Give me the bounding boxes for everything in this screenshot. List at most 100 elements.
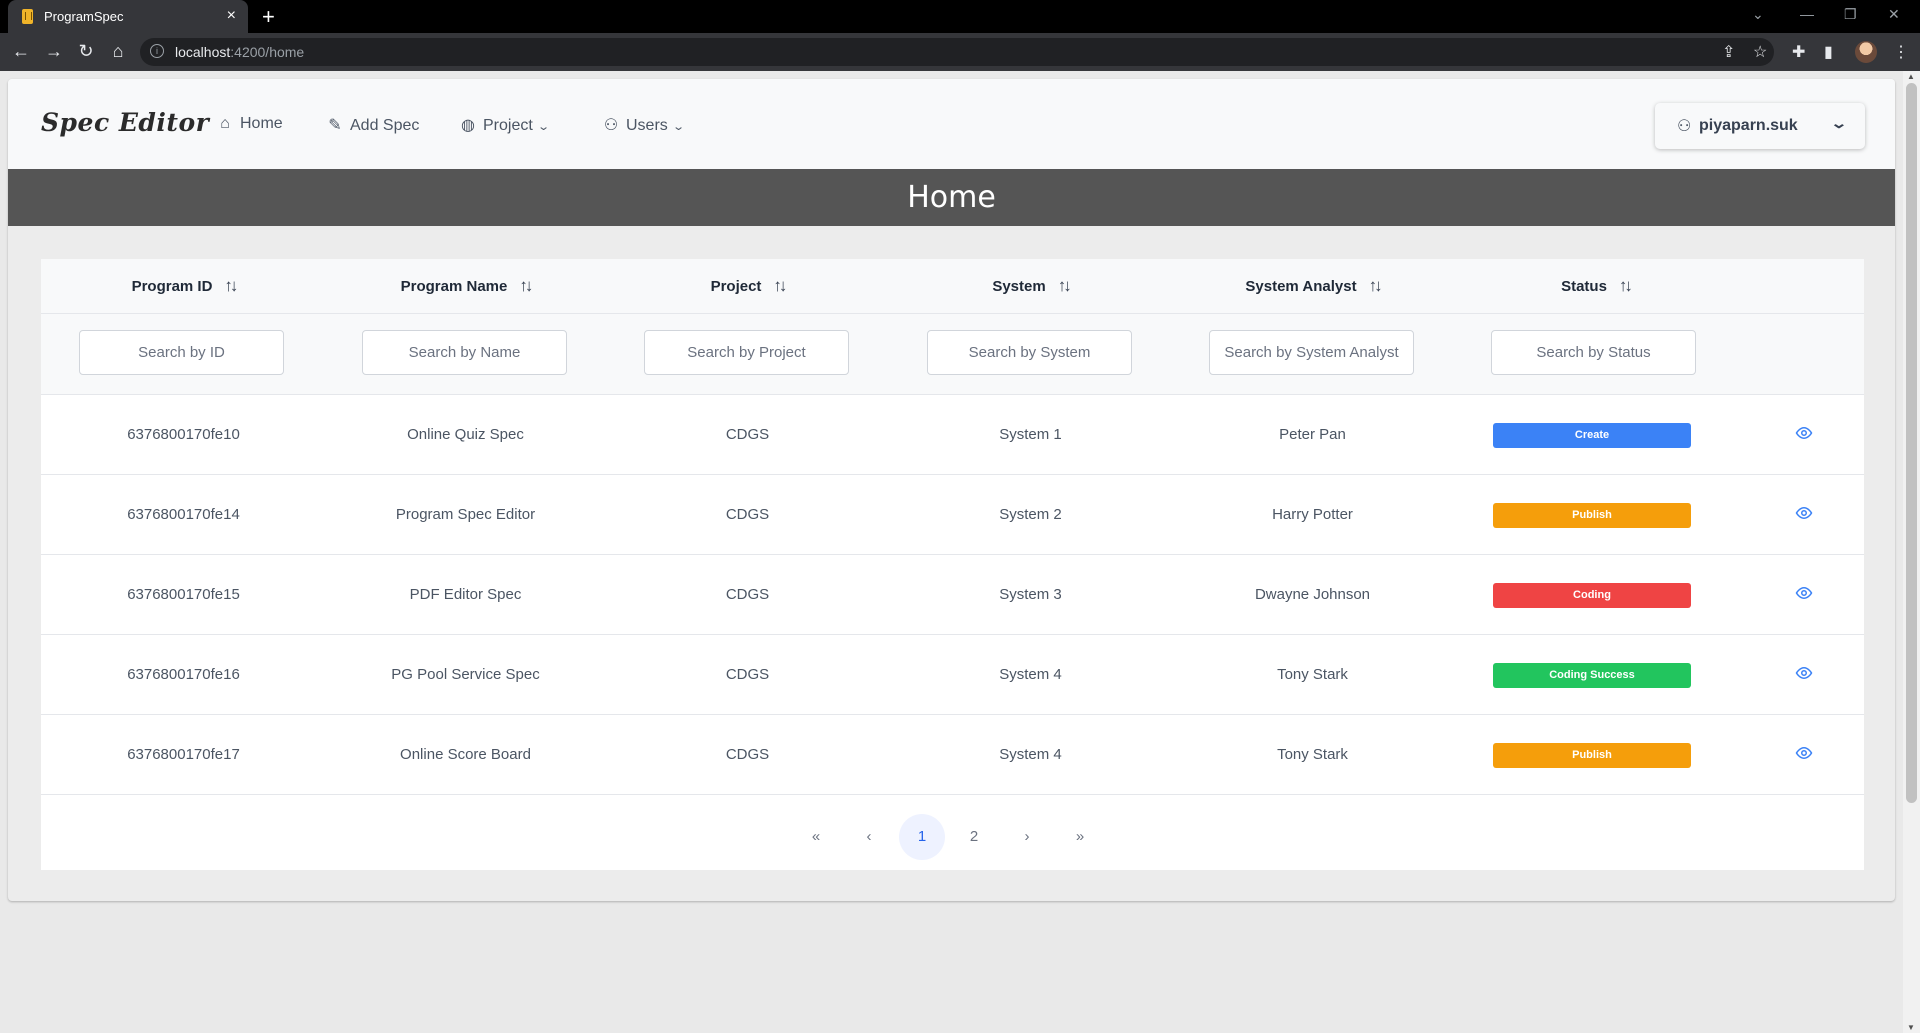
column-header-system[interactable]: System ↑↓: [928, 259, 1133, 313]
nav-users-dropdown[interactable]: ⚇ Users ⌄: [602, 115, 685, 135]
view-eye-icon[interactable]: [1795, 504, 1813, 522]
tab-title: ProgramSpec: [44, 9, 124, 24]
search-system-analyst-input[interactable]: [1209, 330, 1414, 375]
status-badge: Publish: [1493, 503, 1691, 528]
column-label: Status: [1561, 278, 1607, 295]
close-window-button[interactable]: ✕: [1888, 6, 1900, 23]
cell-project: CDGS: [725, 506, 770, 523]
cell-program-name: Online Quiz Spec: [407, 426, 524, 443]
sort-icon[interactable]: ↑↓: [1058, 276, 1072, 295]
column-label: System Analyst: [1245, 278, 1357, 295]
search-system-input[interactable]: [927, 330, 1132, 375]
table-row: 6376800170fe17 Online Score Board CDGS Syst…: [41, 715, 1864, 795]
cell-system: System 4: [999, 666, 1062, 683]
cell-system-analyst: Harry Potter: [1272, 506, 1353, 523]
url-path: :4200/home: [230, 44, 305, 60]
scrollbar-thumb[interactable]: [1906, 83, 1917, 803]
status-badge: Coding Success: [1493, 663, 1691, 688]
nav-home-label: Home: [240, 115, 283, 132]
side-panel-icon[interactable]: ▮: [1824, 42, 1833, 62]
star-icon[interactable]: ☆: [1753, 42, 1767, 62]
forward-icon[interactable]: →: [42, 41, 66, 62]
view-eye-icon[interactable]: [1795, 664, 1813, 682]
cell-system-analyst: Peter Pan: [1279, 426, 1346, 443]
status-badge: Create: [1493, 423, 1691, 448]
cell-program-id: 6376800170fe10: [127, 426, 240, 443]
scroll-down-icon[interactable]: ▼: [1907, 1023, 1915, 1032]
cell-program-id: 6376800170fe16: [127, 666, 240, 683]
user-menu-button[interactable]: ⚇ piyaparn.suk ⌄: [1655, 103, 1865, 149]
column-header-system-analyst[interactable]: System Analyst ↑↓: [1210, 259, 1415, 313]
page-button-2[interactable]: 2: [951, 814, 997, 860]
view-eye-icon[interactable]: [1795, 424, 1813, 442]
reload-icon[interactable]: ↻: [74, 41, 98, 62]
user-icon: ⚇: [1677, 118, 1692, 135]
back-icon[interactable]: ←: [9, 41, 33, 62]
restore-button[interactable]: ❐: [1844, 6, 1857, 23]
last-page-button[interactable]: »: [1057, 814, 1103, 860]
sort-icon[interactable]: ↑↓: [224, 276, 238, 295]
view-eye-icon[interactable]: [1795, 584, 1813, 602]
home-icon[interactable]: ⌂: [106, 41, 130, 62]
view-eye-icon[interactable]: [1795, 744, 1813, 762]
user-icon: ⚇: [603, 117, 619, 134]
cell-program-name: Online Score Board: [400, 746, 531, 763]
first-page-button[interactable]: «: [793, 814, 839, 860]
column-label: System: [992, 278, 1046, 295]
tab-search-icon[interactable]: ⌄: [1752, 6, 1764, 23]
sort-icon[interactable]: ↑↓: [1369, 276, 1383, 295]
column-header-status[interactable]: Status ↑↓: [1493, 259, 1698, 313]
column-header-project[interactable]: Project ↑↓: [645, 259, 850, 313]
cell-system: System 4: [999, 746, 1062, 763]
page-button-1[interactable]: 1: [899, 814, 945, 860]
prev-page-button[interactable]: ‹: [846, 814, 892, 860]
browser-tab[interactable]: ProgramSpec ×: [8, 0, 248, 33]
search-name-input[interactable]: [362, 330, 567, 375]
cell-system-analyst: Tony Stark: [1277, 746, 1348, 763]
pagination: « ‹ 1 2 › »: [41, 794, 1864, 870]
minimize-button[interactable]: —: [1800, 6, 1814, 22]
sort-icon[interactable]: ↑↓: [519, 276, 533, 295]
cell-program-name: PG Pool Service Spec: [391, 666, 540, 683]
search-id-input[interactable]: [79, 330, 284, 375]
tab-close-icon[interactable]: ×: [227, 7, 236, 25]
pencil-icon: ✎: [328, 117, 342, 134]
search-project-input[interactable]: [644, 330, 849, 375]
cell-system-analyst: Dwayne Johnson: [1254, 586, 1371, 603]
table-row: 6376800170fe16 PG Pool Service Spec CDGS Sy…: [41, 635, 1864, 715]
brand-logo[interactable]: Spec Editor: [41, 108, 209, 137]
nav-home[interactable]: ⌂ Home: [216, 115, 283, 133]
status-badge: Coding: [1493, 583, 1691, 608]
nav-add-spec-label: Add Spec: [350, 117, 420, 134]
menu-icon[interactable]: ⋮: [1893, 42, 1909, 62]
page-scrollbar[interactable]: ▲ ▼: [1903, 71, 1920, 1033]
nav-add-spec[interactable]: ✎ Add Spec: [326, 115, 419, 135]
book-icon: [22, 9, 33, 24]
url-host: localhost: [175, 44, 231, 60]
info-icon[interactable]: i: [150, 44, 164, 58]
cell-program-id: 6376800170fe15: [127, 586, 240, 603]
nav-project-dropdown[interactable]: ◍ Project ⌄: [459, 115, 550, 135]
cell-program-id: 6376800170fe14: [127, 506, 240, 523]
browser-tabstrip: ProgramSpec × + ⌄ — ❐ ✕: [0, 0, 1920, 33]
new-tab-button[interactable]: +: [262, 4, 275, 30]
chevron-down-icon: ⌄: [1830, 115, 1848, 131]
cell-program-name: Program Spec Editor: [395, 506, 536, 523]
column-header-program-id[interactable]: Program ID ↑↓: [81, 259, 286, 313]
search-status-input[interactable]: [1491, 330, 1696, 375]
share-icon[interactable]: ⇪: [1722, 42, 1735, 62]
cell-system-analyst: Tony Stark: [1277, 666, 1348, 683]
column-header-program-name[interactable]: Program Name ↑↓: [363, 259, 568, 313]
cell-project: CDGS: [725, 666, 770, 683]
extensions-icon[interactable]: ✚: [1792, 42, 1805, 62]
profile-avatar[interactable]: [1855, 41, 1877, 63]
column-label: Project: [710, 278, 762, 295]
sort-icon[interactable]: ↑↓: [773, 276, 787, 295]
scroll-up-icon[interactable]: ▲: [1907, 72, 1915, 81]
browser-toolbar: ← → ↻ ⌂ i localhost:4200/home ⇪ ☆ ✚ ▮ ⋮: [0, 33, 1920, 71]
address-bar[interactable]: i localhost:4200/home: [140, 38, 1774, 66]
sort-icon[interactable]: ↑↓: [1619, 276, 1633, 295]
next-page-button[interactable]: ›: [1004, 814, 1050, 860]
navbar: Spec Editor ⌂ Home ✎ Add Spec ◍ Project ⌄ ⚇ U…: [8, 79, 1895, 169]
column-label: Program Name: [400, 278, 508, 295]
